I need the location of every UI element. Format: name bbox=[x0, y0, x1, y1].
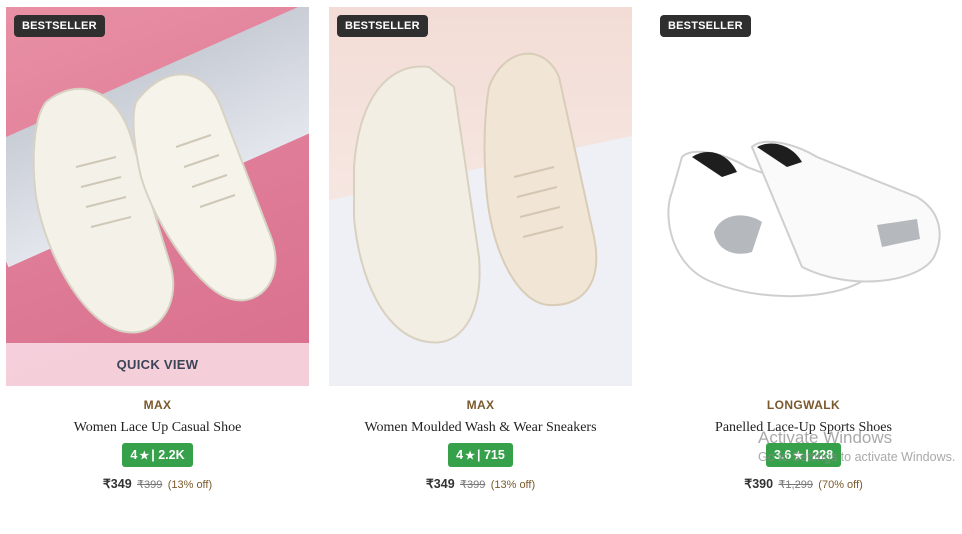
star-icon: ★ bbox=[139, 450, 150, 462]
current-price: ₹349 bbox=[102, 477, 132, 491]
shoe-illustration bbox=[32, 73, 277, 334]
product-image[interactable]: BESTSELLER QUICK VIEW bbox=[6, 7, 309, 386]
product-card[interactable]: BESTSELLER LONGWALK Panelled Lace-Up Spo… bbox=[652, 7, 955, 491]
product-title[interactable]: Women Moulded Wash & Wear Sneakers bbox=[329, 420, 632, 436]
product-brand: MAX bbox=[143, 398, 172, 412]
price-row: ₹349 ₹399 (13% off) bbox=[329, 476, 632, 491]
product-card[interactable]: BESTSELLER QUICK VIEW MAX Women Lace Up … bbox=[6, 7, 309, 491]
original-price: ₹399 bbox=[137, 479, 163, 491]
bestseller-badge: BESTSELLER bbox=[660, 15, 751, 37]
rating-badge: 4 ★ | 715 bbox=[448, 443, 513, 467]
bestseller-badge: BESTSELLER bbox=[337, 15, 428, 37]
rating-value: 4 bbox=[456, 448, 464, 462]
product-title[interactable]: Women Lace Up Casual Shoe bbox=[6, 420, 309, 436]
star-icon: ★ bbox=[465, 450, 475, 462]
price-row: ₹390 ₹1,299 (70% off) bbox=[652, 476, 955, 491]
rating-value: 4 bbox=[130, 448, 138, 462]
original-price: ₹399 bbox=[460, 479, 486, 491]
price-row: ₹349 ₹399 (13% off) bbox=[6, 476, 309, 491]
bestseller-badge: BESTSELLER bbox=[14, 15, 105, 37]
quick-view-button[interactable]: QUICK VIEW bbox=[6, 343, 309, 386]
shoe-illustration bbox=[353, 52, 598, 344]
discount-text: (13% off) bbox=[490, 479, 536, 491]
discount-text: (70% off) bbox=[818, 479, 863, 491]
product-card[interactable]: BESTSELLER MAX Women Moulded Wash & Wear… bbox=[329, 7, 632, 491]
current-price: ₹349 bbox=[425, 477, 455, 491]
product-brand: LONGWALK bbox=[766, 398, 841, 412]
rating-count: | 715 bbox=[477, 448, 505, 462]
watermark-subtitle: Go to Settings to activate Windows. bbox=[758, 450, 956, 464]
product-image[interactable]: BESTSELLER bbox=[652, 7, 955, 386]
rating-badge: 4 ★ | 2.2K bbox=[122, 443, 193, 467]
product-image[interactable]: BESTSELLER bbox=[329, 7, 632, 386]
original-price: ₹1,299 bbox=[778, 479, 813, 491]
product-brand: MAX bbox=[466, 398, 495, 412]
current-price: ₹390 bbox=[744, 477, 774, 491]
activate-windows-watermark: Activate Windows Go to Settings to activ… bbox=[758, 428, 955, 464]
shoe-illustration bbox=[667, 140, 941, 298]
rating-count: | 2.2K bbox=[151, 448, 185, 462]
discount-text: (13% off) bbox=[167, 479, 213, 491]
watermark-title: Activate Windows bbox=[758, 428, 893, 447]
